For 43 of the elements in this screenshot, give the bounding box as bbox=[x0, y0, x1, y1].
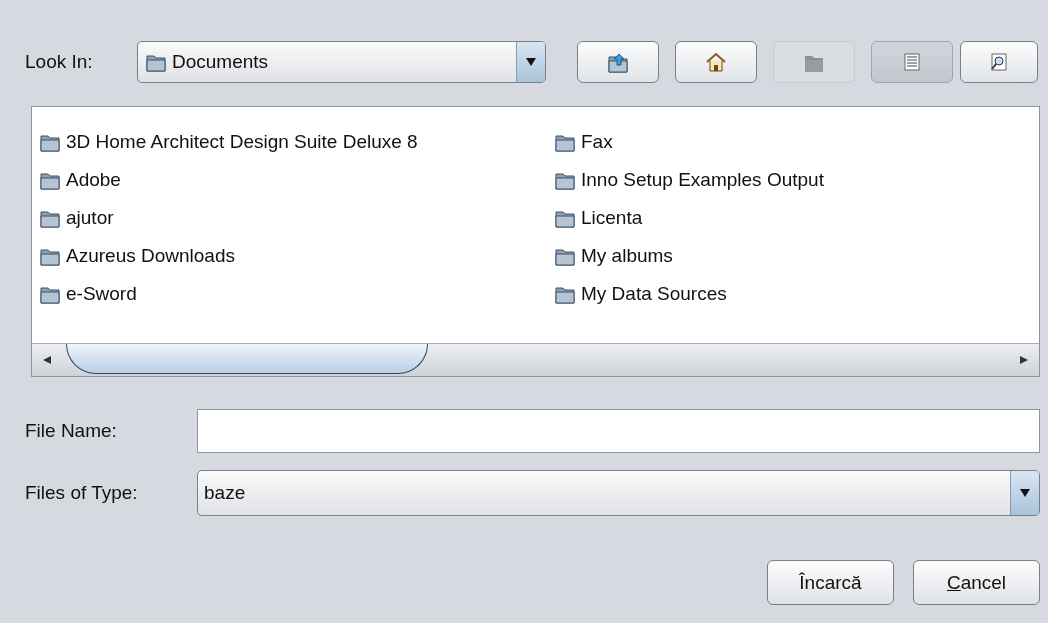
folder-icon bbox=[40, 132, 60, 152]
field-label: File Name: bbox=[25, 420, 118, 442]
folder-name[interactable]: ajutor bbox=[64, 206, 116, 230]
cancel-button[interactable]: Cancel bbox=[913, 560, 1040, 605]
scroll-right-icon bbox=[1019, 355, 1029, 365]
field-label: Files of Type: bbox=[25, 482, 139, 504]
scrollbar-thumb[interactable] bbox=[66, 344, 428, 374]
folder-icon bbox=[40, 170, 60, 190]
home-button[interactable] bbox=[675, 41, 757, 83]
folder-icon bbox=[40, 208, 60, 228]
details-view-button[interactable] bbox=[960, 41, 1038, 83]
scroll-left-icon bbox=[42, 355, 52, 365]
folder-name[interactable]: Fax bbox=[579, 130, 615, 154]
horizontal-scrollbar[interactable] bbox=[32, 343, 1039, 376]
folder-icon bbox=[555, 132, 575, 152]
file-type-dropdown[interactable]: baze bbox=[197, 470, 1040, 516]
folder-name[interactable]: Azureus Downloads bbox=[64, 244, 237, 268]
details-icon bbox=[988, 51, 1010, 73]
list-icon bbox=[901, 51, 923, 73]
folder-icon bbox=[555, 246, 575, 266]
home-icon bbox=[705, 51, 727, 73]
folder-icon bbox=[555, 208, 575, 228]
file-name-field[interactable] bbox=[197, 409, 1040, 453]
folder-name[interactable]: 3D Home Architect Design Suite Deluxe 8 bbox=[64, 130, 420, 154]
folder-icon bbox=[555, 170, 575, 190]
caret-icon bbox=[525, 57, 537, 67]
folder-up-icon bbox=[607, 51, 629, 73]
folder-name[interactable]: My albums bbox=[579, 244, 675, 268]
folder-icon bbox=[40, 284, 60, 304]
folder-name[interactable]: Inno Setup Examples Output bbox=[579, 168, 826, 192]
list-view-button[interactable] bbox=[871, 41, 953, 83]
folder-icon bbox=[40, 246, 60, 266]
folder-name[interactable]: Adobe bbox=[64, 168, 123, 192]
folder-up-button[interactable] bbox=[577, 41, 659, 83]
folder-name[interactable]: e-Sword bbox=[64, 282, 139, 306]
field-label: Look In: bbox=[25, 51, 94, 73]
folder-icon bbox=[555, 284, 575, 304]
load-button[interactable]: Încarcă bbox=[767, 560, 894, 605]
caret-icon bbox=[1019, 488, 1031, 498]
look-in-dropdown[interactable]: Documents bbox=[137, 41, 546, 83]
folder-name[interactable]: My Data Sources bbox=[579, 282, 729, 306]
folder-icon bbox=[146, 52, 166, 72]
folder-name[interactable]: Licenta bbox=[579, 206, 645, 230]
